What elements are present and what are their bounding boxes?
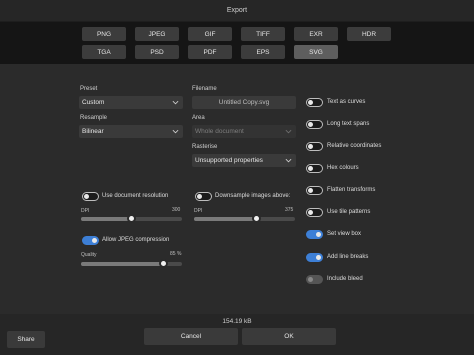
- use-document-resolution-toggle[interactable]: [82, 192, 99, 201]
- format-jpeg-button[interactable]: JPEG: [135, 27, 179, 41]
- flatten-transforms-label: Flatten transforms: [327, 187, 376, 193]
- dpi-label: DPI: [81, 208, 90, 214]
- format-gif-button[interactable]: GIF: [188, 27, 232, 41]
- format-exr-button[interactable]: EXR: [294, 27, 338, 41]
- format-pdf-button[interactable]: PDF: [188, 45, 232, 59]
- area-value: Whole document: [195, 128, 244, 135]
- dpi-slider-knob[interactable]: [127, 214, 136, 223]
- downsample-dpi-slider-knob[interactable]: [252, 214, 262, 223]
- hex-colours-toggle[interactable]: [306, 164, 323, 173]
- filename-label: Filename: [192, 86, 217, 92]
- dpi-slider[interactable]: [81, 214, 182, 223]
- use-tile-patterns-label: Use tile patterns: [327, 209, 371, 215]
- format-psd-button[interactable]: PSD: [135, 45, 179, 59]
- include-bleed-label: Include bleed: [327, 276, 363, 282]
- set-view-box-label: Set view box: [327, 231, 362, 237]
- flatten-transforms-toggle[interactable]: [306, 186, 323, 195]
- dialog-title-bar: Export: [0, 0, 474, 22]
- area-dropdown: Whole document: [192, 125, 296, 138]
- add-line-breaks-label: Add line breaks: [327, 254, 369, 260]
- quality-slider-fill: [81, 262, 164, 266]
- downsample-dpi-slider[interactable]: [194, 214, 295, 223]
- format-selector: PNG JPEG GIF TIFF EXR HDR TGA PSD PDF EP…: [0, 22, 474, 64]
- dpi-value: 300: [172, 207, 181, 213]
- rasterise-value: Unsupported properties: [195, 157, 263, 164]
- quality-value: 85 %: [170, 251, 182, 257]
- use-document-resolution-label: Use document resolution: [102, 193, 169, 199]
- area-label: Area: [192, 115, 205, 121]
- allow-jpeg-compression-toggle[interactable]: [82, 236, 99, 245]
- file-size-estimate: 154.19 kB: [222, 318, 252, 325]
- quality-slider-knob[interactable]: [159, 259, 169, 268]
- format-tiff-button[interactable]: TIFF: [241, 27, 285, 41]
- chevron-down-icon: [285, 129, 292, 134]
- chevron-down-icon: [285, 158, 292, 163]
- use-tile-patterns-toggle[interactable]: [306, 208, 323, 217]
- resample-label: Resample: [80, 115, 108, 121]
- long-text-spans-toggle[interactable]: [306, 120, 323, 129]
- downsample-images-toggle[interactable]: [195, 192, 212, 201]
- downsample-dpi-label: DPI: [194, 208, 203, 214]
- allow-jpeg-compression-label: Allow JPEG compression: [102, 237, 170, 243]
- cancel-button[interactable]: Cancel: [144, 328, 238, 345]
- relative-coordinates-toggle[interactable]: [306, 142, 323, 151]
- set-view-box-toggle[interactable]: [306, 230, 323, 239]
- include-bleed-toggle: [306, 275, 323, 284]
- format-png-button[interactable]: PNG: [82, 27, 126, 41]
- format-eps-button[interactable]: EPS: [241, 45, 285, 59]
- format-tga-button[interactable]: TGA: [82, 45, 126, 59]
- filename-field[interactable]: Untitled Copy.svg: [192, 96, 296, 109]
- downsample-dpi-value: 375: [285, 207, 294, 213]
- resample-dropdown[interactable]: Bilinear: [79, 125, 183, 138]
- downsample-dpi-slider-fill: [194, 217, 257, 221]
- ok-button[interactable]: OK: [242, 328, 336, 345]
- chevron-down-icon: [172, 129, 179, 134]
- format-hdr-button[interactable]: HDR: [347, 27, 391, 41]
- share-button[interactable]: Share: [7, 331, 45, 348]
- chevron-down-icon: [172, 100, 179, 105]
- quality-label: Quality: [81, 252, 97, 258]
- format-svg-button[interactable]: SVG: [294, 45, 338, 59]
- dialog-title: Export: [226, 7, 248, 14]
- text-as-curves-label: Text as curves: [327, 99, 366, 105]
- preset-dropdown[interactable]: Custom: [79, 96, 183, 109]
- preset-label: Preset: [80, 86, 98, 92]
- rasterise-label: Rasterise: [192, 144, 218, 150]
- add-line-breaks-toggle[interactable]: [306, 253, 323, 262]
- resample-value: Bilinear: [82, 128, 104, 135]
- rasterise-dropdown[interactable]: Unsupported properties: [192, 154, 296, 167]
- quality-slider[interactable]: [81, 259, 182, 268]
- downsample-images-label: Downsample images above:: [215, 193, 291, 199]
- preset-value: Custom: [82, 99, 105, 106]
- text-as-curves-toggle[interactable]: [306, 98, 323, 107]
- relative-coordinates-label: Relative coordinates: [327, 143, 382, 149]
- dpi-slider-fill: [81, 217, 132, 221]
- hex-colours-label: Hex colours: [327, 165, 359, 171]
- long-text-spans-label: Long text spans: [327, 121, 370, 127]
